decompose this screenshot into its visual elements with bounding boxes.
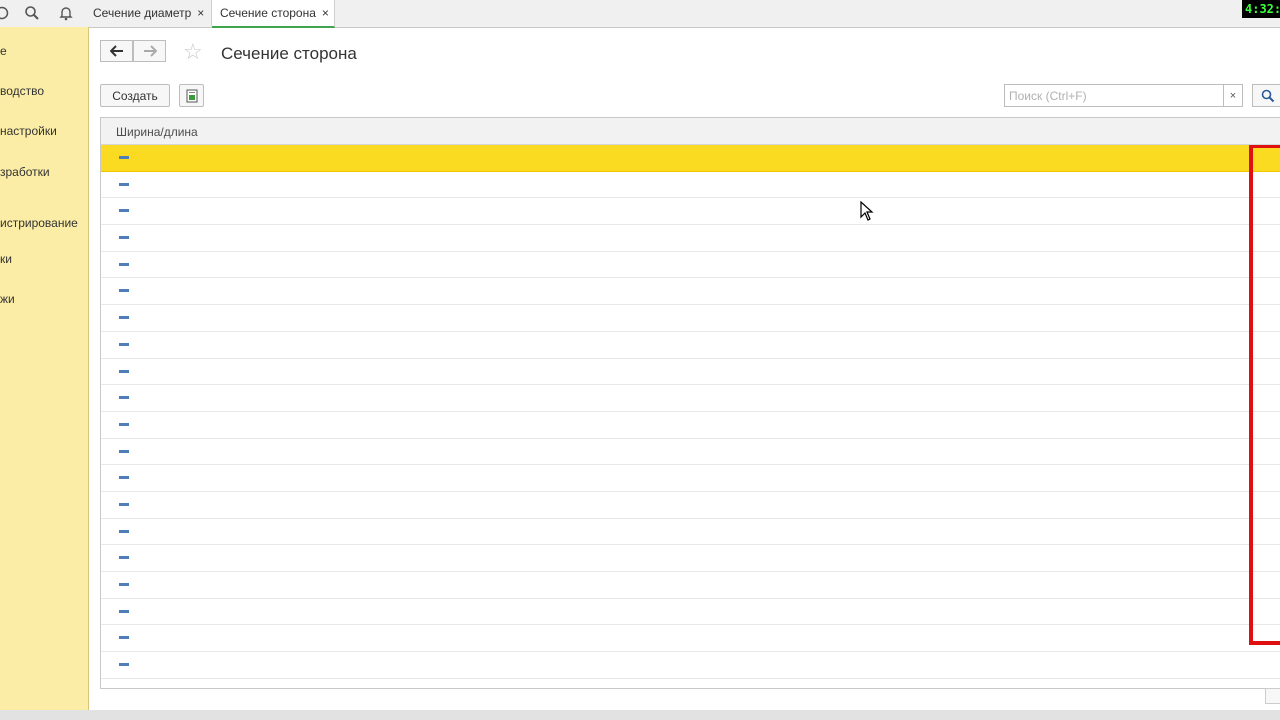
- table-row[interactable]: [101, 572, 1280, 599]
- row-dash-icon: [119, 342, 129, 346]
- form-area: ☆ Сечение сторона Создать × Ширина/длина: [89, 28, 1280, 710]
- row-dash-icon: [119, 663, 129, 667]
- status-strip: [0, 710, 1280, 720]
- search-icon[interactable]: [22, 0, 42, 26]
- sections-sidebar: е водство настройки зработки истрировани…: [0, 27, 89, 710]
- tab-sechenie-storona[interactable]: Сечение сторона ×: [212, 0, 335, 28]
- row-dash-icon: [119, 156, 129, 159]
- table-row[interactable]: [101, 599, 1280, 626]
- table-row[interactable]: [101, 385, 1280, 412]
- sidebar-item[interactable]: жи: [0, 292, 15, 306]
- search-clear-button[interactable]: ×: [1224, 84, 1243, 107]
- list-table: Ширина/длина: [100, 117, 1280, 689]
- search-input[interactable]: [1004, 84, 1224, 107]
- export-button[interactable]: [179, 84, 204, 107]
- clock-overlay: 4:32:3: [1242, 0, 1280, 18]
- table-row[interactable]: [101, 545, 1280, 572]
- row-dash-icon: [119, 182, 129, 186]
- tab-close-icon[interactable]: ×: [197, 6, 204, 20]
- row-dash-icon: [119, 529, 129, 533]
- table-row[interactable]: [101, 305, 1280, 332]
- row-dash-icon: [119, 316, 129, 320]
- refresh-icon[interactable]: [0, 0, 12, 26]
- star-icon[interactable]: ☆: [183, 41, 203, 63]
- row-dash-icon: [119, 609, 129, 613]
- mouse-cursor-icon: [860, 200, 874, 224]
- table-row[interactable]: [101, 198, 1280, 226]
- row-dash-icon: [119, 476, 129, 480]
- back-button[interactable]: [100, 40, 133, 62]
- search-button[interactable]: [1252, 84, 1280, 107]
- top-tab-bar: Сечение диаметр × Сечение сторона × 4:32…: [0, 0, 1280, 28]
- tab-label: Сечение сторона: [220, 6, 316, 20]
- row-dash-icon: [119, 422, 129, 426]
- row-dash-icon: [119, 556, 129, 560]
- sidebar-item[interactable]: зработки: [0, 165, 50, 179]
- table-row[interactable]: [101, 652, 1280, 679]
- row-dash-icon: [119, 396, 129, 400]
- sidebar-item[interactable]: ки: [0, 252, 12, 266]
- row-dash-icon: [119, 502, 129, 506]
- row-dash-icon: [119, 209, 129, 213]
- table-row[interactable]: [101, 332, 1280, 359]
- scroll-corner[interactable]: [1265, 688, 1280, 704]
- table-row[interactable]: [101, 359, 1280, 386]
- sidebar-item[interactable]: е: [0, 44, 7, 58]
- export-icon: [186, 89, 197, 102]
- table-row[interactable]: [101, 172, 1280, 199]
- search-icon: [1261, 89, 1275, 102]
- forward-button[interactable]: [133, 40, 166, 62]
- row-dash-icon: [119, 369, 129, 373]
- tab-label: Сечение диаметр: [93, 6, 192, 20]
- page-title: Сечение сторона: [221, 44, 357, 63]
- table-row[interactable]: [101, 492, 1280, 519]
- row-dash-icon: [119, 636, 129, 640]
- table-row[interactable]: [101, 225, 1280, 252]
- sidebar-item[interactable]: водство: [0, 84, 44, 98]
- table-row[interactable]: [101, 278, 1280, 306]
- sidebar-item[interactable]: настройки: [0, 124, 57, 138]
- sidebar-item[interactable]: истрирование: [0, 216, 78, 230]
- table-row[interactable]: [101, 625, 1280, 653]
- table-row[interactable]: [101, 145, 1280, 172]
- tab-close-icon[interactable]: ×: [322, 6, 329, 20]
- table-header[interactable]: Ширина/длина: [101, 118, 1280, 145]
- back-arrow-icon: [109, 45, 123, 57]
- row-dash-icon: [119, 262, 129, 266]
- tab-sechenie-diametr[interactable]: Сечение диаметр ×: [85, 0, 212, 26]
- table-row[interactable]: [101, 412, 1280, 439]
- bell-icon[interactable]: [56, 0, 76, 26]
- forward-arrow-icon: [143, 45, 157, 57]
- row-dash-icon: [119, 289, 129, 293]
- red-annotation-frame: [1249, 145, 1280, 645]
- table-row[interactable]: [101, 465, 1280, 492]
- table-row[interactable]: [101, 439, 1280, 466]
- row-dash-icon: [119, 449, 129, 453]
- column-header-width-length[interactable]: Ширина/длина: [116, 125, 198, 139]
- row-dash-icon: [119, 583, 129, 586]
- table-row[interactable]: [101, 519, 1280, 546]
- table-row[interactable]: [101, 252, 1280, 279]
- create-button[interactable]: Создать: [100, 84, 170, 107]
- row-dash-icon: [119, 236, 129, 240]
